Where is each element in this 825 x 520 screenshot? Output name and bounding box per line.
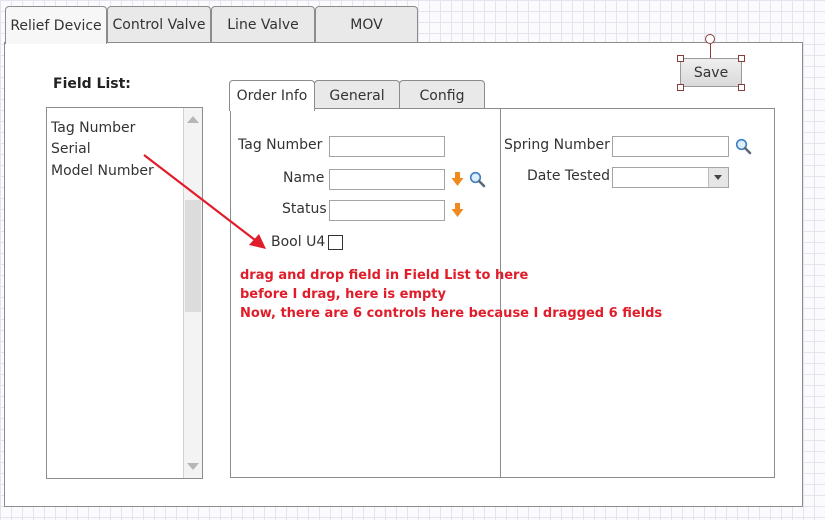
annotation-line-3: Now, there are 6 controls here because I… [240, 306, 663, 321]
annotation-line-1: drag and drop field in Field List to her… [240, 268, 529, 283]
annotation-arrow [143, 154, 266, 249]
annotation-line-2: before I drag, here is empty [240, 287, 446, 302]
